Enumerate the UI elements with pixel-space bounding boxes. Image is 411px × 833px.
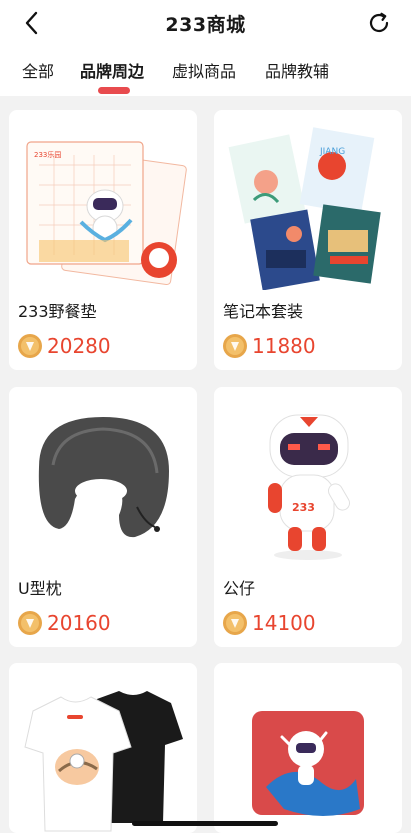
product-name: 233野餐垫 — [18, 302, 97, 321]
page-title: 233商城 — [165, 13, 246, 36]
product-price: 14100 — [252, 611, 316, 635]
product-name: 笔记本套装 — [223, 302, 304, 321]
pillow-cushion-image — [252, 711, 364, 816]
product-card[interactable]: 233乐园 233野餐垫 20280 — [9, 110, 197, 370]
u-pillow-image — [38, 417, 170, 538]
back-button[interactable] — [18, 10, 46, 36]
product-price: 20280 — [47, 334, 111, 358]
product-card[interactable]: JIANG 笔记本套装 11880 — [214, 110, 402, 370]
product-card[interactable] — [214, 663, 402, 833]
svg-text:JIANG: JIANG — [319, 147, 345, 157]
price-row: 11880 — [222, 332, 316, 360]
product-name: U型枕 — [18, 579, 62, 598]
coin-icon — [18, 334, 42, 358]
svg-text:233乐园: 233乐园 — [34, 150, 61, 159]
refresh-button[interactable] — [365, 9, 393, 37]
coin-icon — [18, 611, 42, 635]
tab-brand-merch[interactable]: 品牌周边 — [80, 58, 144, 82]
refresh-icon — [369, 12, 389, 33]
coin-icon — [223, 611, 247, 635]
product-price: 11880 — [252, 334, 316, 358]
price-row: 14100 — [222, 609, 316, 637]
category-tabs: 全部 品牌周边 虚拟商品 品牌教辅 — [0, 46, 411, 96]
tshirt-image — [24, 691, 183, 832]
picnic-mat-image: 233乐园 — [26, 141, 187, 286]
notebook-set-image: JIANG — [228, 127, 381, 290]
tab-all[interactable]: 全部 — [22, 58, 54, 82]
price-row: 20160 — [17, 609, 111, 637]
product-grid: 233乐园 233野餐垫 20280 JIANG 笔记本套装 11880 U型枕… — [0, 96, 411, 833]
svg-text:233: 233 — [292, 501, 315, 514]
home-indicator[interactable] — [132, 821, 278, 826]
price-row: 20280 — [17, 332, 111, 360]
product-card[interactable]: 233 公仔 14100 — [214, 387, 402, 647]
coin-icon — [223, 334, 247, 358]
chevron-left-icon — [25, 11, 38, 35]
product-price: 20160 — [47, 611, 111, 635]
product-name: 公仔 — [223, 579, 256, 598]
active-tab-indicator — [98, 87, 130, 94]
figure-doll-image: 233 — [268, 414, 350, 560]
tab-virtual-goods[interactable]: 虚拟商品 — [172, 58, 236, 82]
header-bar: 233商城 — [0, 0, 411, 46]
product-card[interactable] — [9, 663, 197, 833]
product-card[interactable]: U型枕 20160 — [9, 387, 197, 647]
tab-brand-education[interactable]: 品牌教辅 — [265, 58, 329, 82]
